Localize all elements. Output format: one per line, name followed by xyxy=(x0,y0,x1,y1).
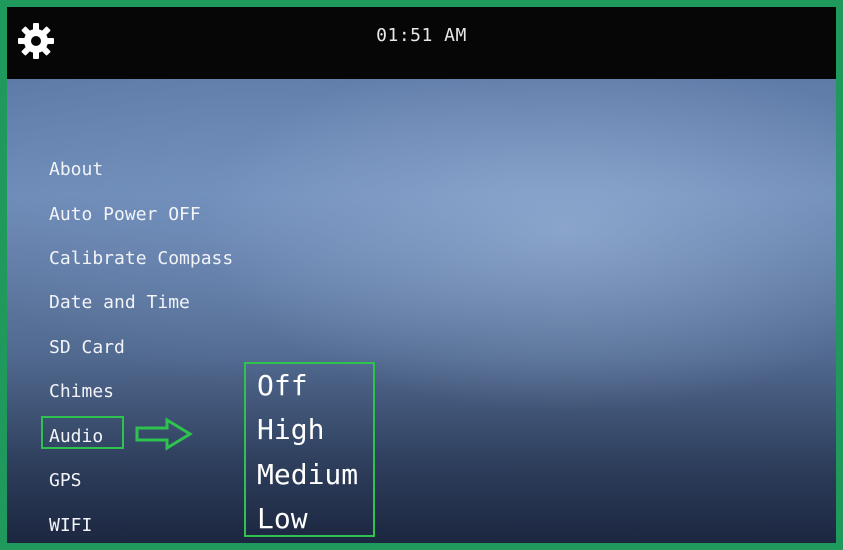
menu-item-chimes[interactable]: Chimes xyxy=(49,381,114,403)
audio-options-list: Off High Medium Low xyxy=(244,362,375,537)
audio-option-medium[interactable]: Medium xyxy=(257,459,358,491)
menu-item-about[interactable]: About xyxy=(49,159,103,181)
audio-option-high[interactable]: High xyxy=(257,414,324,446)
arrow-right-icon xyxy=(135,417,193,451)
menu-item-calibrate-compass[interactable]: Calibrate Compass xyxy=(49,248,233,270)
clock-time: 01:51 AM xyxy=(376,25,467,46)
menu-item-gps[interactable]: GPS xyxy=(49,470,82,492)
device-screen: 01:51 AM About Auto Power OFF Calibrate … xyxy=(7,7,836,543)
audio-highlight-box xyxy=(41,416,124,449)
settings-panel: About Auto Power OFF Calibrate Compass D… xyxy=(7,79,836,543)
audio-option-low[interactable]: Low xyxy=(257,503,308,535)
menu-item-wifi[interactable]: WIFI xyxy=(49,515,92,537)
menu-item-auto-power-off[interactable]: Auto Power OFF xyxy=(49,204,201,226)
menu-item-sd-card[interactable]: SD Card xyxy=(49,337,125,359)
audio-option-off[interactable]: Off xyxy=(257,370,308,402)
menu-item-date-and-time[interactable]: Date and Time xyxy=(49,292,190,314)
top-status-bar: 01:51 AM xyxy=(7,7,836,79)
